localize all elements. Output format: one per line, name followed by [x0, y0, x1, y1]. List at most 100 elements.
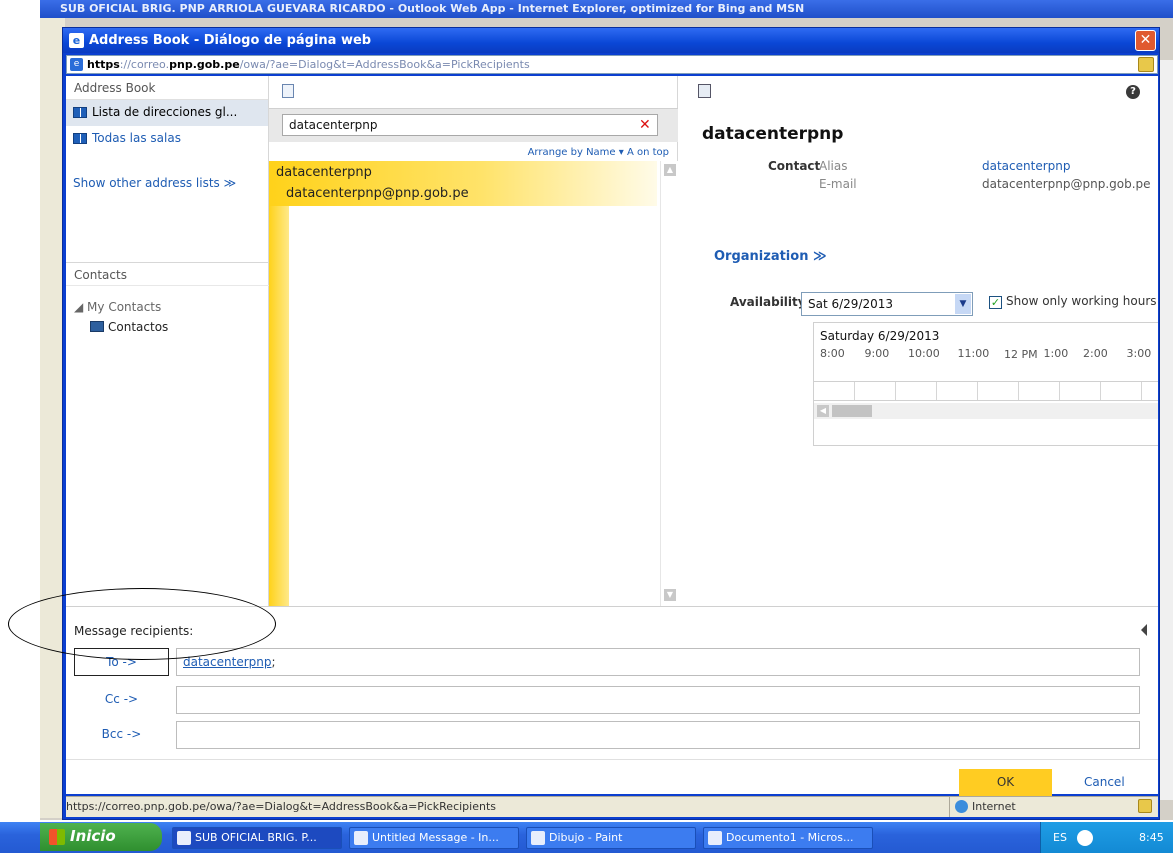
security-zone[interactable]: Internet — [949, 797, 1069, 817]
nav-item-label: Lista de direcciones gl... — [92, 105, 238, 119]
windows-logo-icon — [49, 829, 65, 845]
hour-label: 3:00 — [1126, 347, 1152, 360]
organization-expander[interactable]: Organization ≫ — [714, 249, 827, 264]
contact-name: datacenterpnp — [702, 124, 844, 144]
nav-item-label: Todas las salas — [92, 131, 181, 145]
to-field[interactable]: datacenterpnp; — [176, 648, 1140, 676]
recipient-separator: ; — [271, 655, 276, 669]
vcard-icon[interactable] — [698, 84, 711, 98]
url-subdomain: correo. — [130, 58, 170, 71]
to-recipient[interactable]: datacenterpnp — [183, 655, 271, 669]
bcc-button[interactable]: Bcc -> — [74, 721, 169, 749]
alias-value[interactable]: datacenterpnp — [982, 159, 1070, 173]
hour-label: 2:00 — [1083, 347, 1108, 360]
contact-details-pane: ? datacenterpnp Contact Alias datacenter… — [678, 76, 1158, 606]
contacts-header: Contacts — [66, 262, 269, 286]
show-other-address-lists-link[interactable]: Show other address lists ≫ — [73, 176, 236, 190]
background-window-title: SUB OFICIAL BRIG. PNP ARRIOLA GUEVARA RI… — [40, 0, 1173, 18]
availability-calendar: Saturday 6/29/2013 8:00 9:00 10:00 11:00… — [813, 322, 1158, 446]
lock-icon[interactable] — [1138, 57, 1154, 72]
my-contacts-folder[interactable]: ◢ My Contacts — [74, 300, 161, 314]
taskbar: Inicio SUB OFICIAL BRIG. P... Untitled M… — [0, 822, 1173, 853]
taskbar-item[interactable]: Dibujo - Paint — [526, 827, 696, 849]
results-list: datacenterpnp datacenterpnp@pnp.gob.pe ▲… — [269, 161, 678, 606]
arrange-by-name-menu[interactable]: Arrange by Name ▾ A on top — [528, 147, 669, 158]
button-divider — [66, 759, 1158, 760]
list-scrollbar[interactable]: ▲ ▼ — [660, 161, 678, 606]
hour-label: 9:00 — [864, 347, 890, 360]
ok-button[interactable]: OK — [959, 769, 1052, 797]
scroll-left-icon[interactable]: ◀ — [817, 405, 829, 417]
working-hours-checkbox[interactable]: ✓ — [989, 296, 1002, 309]
collapse-arrow-icon[interactable] — [1141, 624, 1147, 636]
taskbar-item-label: Dibujo - Paint — [549, 831, 623, 844]
result-email: datacenterpnp@pnp.gob.pe — [286, 186, 469, 201]
scroll-up-icon[interactable]: ▲ — [664, 164, 676, 176]
taskbar-item-label: Documento1 - Micros... — [726, 831, 854, 844]
ie-icon — [354, 831, 368, 845]
calendar-hours: 8:00 9:00 10:00 11:00 12 PM 1:00 2:00 3:… — [820, 347, 1158, 363]
background-window-right-edge — [1158, 60, 1173, 800]
calendar-grid — [814, 381, 1158, 401]
status-url: https://correo.pnp.gob.pe/owa/?ae=Dialog… — [66, 800, 497, 813]
hour-label: 8:00 — [820, 347, 845, 360]
ie-icon — [177, 831, 191, 845]
nav-header: Address Book — [66, 76, 268, 100]
dialog-content: Address Book Lista de direcciones gl... … — [66, 76, 1158, 797]
search-input[interactable] — [282, 114, 658, 136]
scroll-thumb[interactable] — [832, 405, 872, 417]
address-book-dialog: e Address Book - Diálogo de página web ✕… — [62, 27, 1160, 820]
bcc-field[interactable] — [176, 721, 1140, 749]
globe-icon — [955, 800, 968, 813]
result-name: datacenterpnp — [276, 165, 372, 180]
contactos-folder[interactable]: Contactos — [90, 320, 168, 334]
taskbar-item-label: SUB OFICIAL BRIG. P... — [195, 831, 317, 844]
start-button[interactable]: Inicio — [40, 823, 162, 851]
hour-label: 1:00 — [1043, 347, 1069, 360]
taskbar-item[interactable]: SUB OFICIAL BRIG. P... — [172, 827, 342, 849]
date-value: Sat 6/29/2013 — [808, 297, 894, 311]
taskbar-item-label: Untitled Message - In... — [372, 831, 499, 844]
cc-button[interactable]: Cc -> — [74, 686, 169, 714]
address-bar[interactable]: e https://correo.pnp.gob.pe/owa/?ae=Dial… — [66, 55, 1158, 74]
email-label: E-mail — [819, 177, 857, 191]
working-hours-label: Show only working hours — [1006, 294, 1157, 308]
list-view-icon[interactable] — [282, 84, 294, 98]
word-icon — [708, 831, 722, 845]
calendar-date: Saturday 6/29/2013 — [820, 329, 940, 343]
tray-icon[interactable] — [1077, 830, 1093, 846]
dialog-title-bar: e Address Book - Diálogo de página web ✕ — [63, 28, 1159, 53]
availability-date-select[interactable]: Sat 6/29/2013 ▼ — [801, 292, 973, 316]
scroll-down-icon[interactable]: ▼ — [664, 589, 676, 601]
contact-card-icon — [90, 321, 104, 332]
language-indicator[interactable]: ES — [1053, 831, 1067, 844]
taskbar-item[interactable]: Documento1 - Micros... — [703, 827, 873, 849]
cancel-button[interactable]: Cancel — [1084, 775, 1125, 789]
clear-search-icon[interactable]: ✕ — [639, 117, 651, 133]
ie-icon: e — [69, 33, 84, 48]
availability-label: Availability — [730, 295, 806, 309]
url-domain: pnp.gob.pe — [169, 58, 240, 71]
list-item[interactable]: datacenterpnp datacenterpnp@pnp.gob.pe — [269, 161, 657, 206]
results-list-pane: ✕ Arrange by Name ▾ A on top datacenterp… — [269, 76, 678, 606]
address-book-icon — [73, 133, 87, 144]
paint-icon — [531, 831, 545, 845]
search-bar: ✕ — [269, 108, 678, 142]
nav-item-global-list[interactable]: Lista de direcciones gl... — [66, 100, 268, 126]
chevron-down-icon[interactable]: ▼ — [955, 294, 971, 314]
url-separator: :// — [119, 58, 131, 71]
lock-icon[interactable] — [1138, 799, 1152, 813]
hour-label: 10:00 — [908, 347, 940, 360]
taskbar-item[interactable]: Untitled Message - In... — [349, 827, 519, 849]
nav-item-all-rooms[interactable]: Todas las salas — [66, 126, 268, 152]
calendar-scrollbar[interactable]: ◀ — [814, 403, 1158, 419]
hour-label: 12 PM — [1004, 348, 1038, 361]
zone-label: Internet — [972, 800, 1016, 813]
cc-field[interactable] — [176, 686, 1140, 714]
close-icon[interactable]: ✕ — [1135, 30, 1156, 51]
address-book-icon — [73, 107, 87, 118]
email-value: datacenterpnp@pnp.gob.pe — [982, 177, 1151, 191]
contact-label: Contact — [768, 159, 821, 173]
help-icon[interactable]: ? — [1126, 85, 1140, 99]
dialog-title: Address Book - Diálogo de página web — [89, 33, 372, 48]
